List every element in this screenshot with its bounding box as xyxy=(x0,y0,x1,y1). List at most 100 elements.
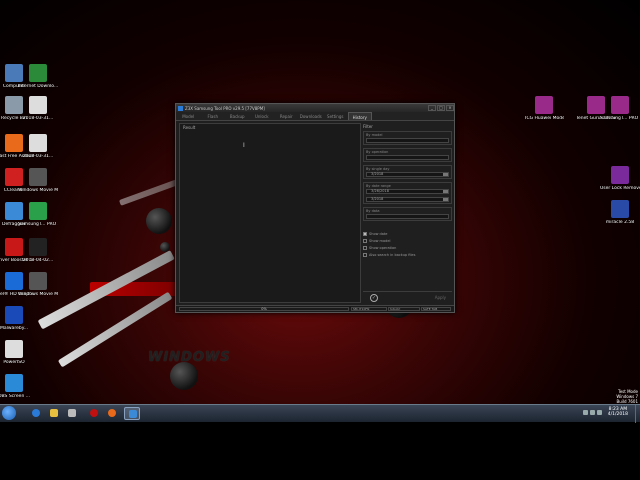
tab-backup[interactable]: Backup xyxy=(225,112,250,120)
calendar-icon[interactable] xyxy=(443,198,448,201)
also-search-label: Also search in backup files xyxy=(369,252,416,257)
by-operation-group: By operation xyxy=(363,148,452,162)
desktop-shortcut-icon[interactable]: Windows Movie Maker xyxy=(18,168,58,193)
also-search-checkbox[interactable]: Also search in backup files xyxy=(363,251,452,258)
show-desktop-button[interactable] xyxy=(635,405,640,423)
date-from-input[interactable]: 3/26/2018 xyxy=(366,189,449,194)
show-date-checkbox[interactable]: Show date xyxy=(363,230,452,237)
shortcut-label: SamsungT... PRO 29.5 B... xyxy=(600,116,640,121)
result-panel: Result I xyxy=(179,123,361,303)
tab-model[interactable]: Model xyxy=(176,112,201,120)
by-model-group: By model xyxy=(363,131,452,145)
taskbar-samsung-tool[interactable] xyxy=(124,407,140,420)
check-circle-icon[interactable]: ✓ xyxy=(370,294,378,302)
by-model-select[interactable] xyxy=(366,138,449,143)
shortcut-icon xyxy=(611,200,629,218)
shortcut-icon xyxy=(29,134,47,152)
tray-icon[interactable] xyxy=(583,410,588,415)
desktop-shortcut-icon[interactable]: Malwareby... xyxy=(0,306,34,331)
status-model: SM-J710FN xyxy=(351,307,387,311)
desktop-shortcut-icon[interactable]: Windows Movie Maker xyxy=(18,272,58,297)
media-player-icon xyxy=(68,409,76,417)
checkbox-icon xyxy=(363,238,367,243)
samsung-tool-window: Z3X Samsung Tool PRO v29.5 [77V8PM] _ □ … xyxy=(175,103,455,313)
desktop-shortcut-icon[interactable]: 2018-03-31... xyxy=(18,134,58,159)
maximize-button[interactable]: □ xyxy=(437,105,445,111)
by-data-group: By data xyxy=(363,207,452,221)
show-operation-checkbox[interactable]: Show operation xyxy=(363,244,452,251)
apply-button[interactable]: Apply xyxy=(435,295,446,300)
window-title: Z3X Samsung Tool PRO v29.5 [77V8PM] xyxy=(185,105,265,111)
desktop-shortcut-icon[interactable]: 2018-04-02... xyxy=(18,238,58,263)
desktop-shortcut-icon[interactable]: PowerISO xyxy=(0,340,34,365)
show-operation-label: Show operation xyxy=(369,245,397,250)
desktop-shortcut-icon[interactable]: miracle 2.58 xyxy=(600,200,640,225)
shortcut-label: TCG Huawei Modem U... xyxy=(524,116,564,121)
clock[interactable]: 8:23 AM 4/1/2018 xyxy=(608,407,628,417)
by-data-label: By data xyxy=(366,209,380,213)
shortcut-label: 2018-03-31... xyxy=(22,154,54,159)
shortcut-icon xyxy=(29,238,47,256)
by-data-input[interactable] xyxy=(366,214,449,219)
taskbar-ie[interactable] xyxy=(28,407,44,420)
red-app-icon xyxy=(90,409,98,417)
progress-bar: 0% xyxy=(179,307,349,311)
app-icon xyxy=(178,105,183,111)
shortcut-icon xyxy=(535,96,553,114)
desktop-shortcut-icon[interactable]: 2018-03-31... xyxy=(18,96,58,121)
tab-history[interactable]: History xyxy=(347,112,372,120)
tab-downloads[interactable]: Downloads xyxy=(299,112,324,120)
minimize-button[interactable]: _ xyxy=(428,105,436,111)
desktop-shortcut-icon[interactable]: User Lock Remove xyxy=(600,166,640,191)
by-operation-label: By operation xyxy=(366,150,389,154)
shortcut-label: Malwareby... xyxy=(0,326,29,331)
by-date-range-label: By date range xyxy=(366,184,391,188)
calendar-icon[interactable] xyxy=(443,173,448,176)
taskbar-media[interactable] xyxy=(64,407,80,420)
checkbox-checked-icon xyxy=(363,231,367,236)
samsung-tool-icon xyxy=(129,410,137,418)
calendar-icon[interactable] xyxy=(443,190,448,193)
network-icon[interactable] xyxy=(590,410,595,415)
shortcut-label: User Lock Remove xyxy=(600,186,640,191)
taskbar-app-red[interactable] xyxy=(86,407,102,420)
volume-icon[interactable] xyxy=(597,410,602,415)
by-operation-select[interactable] xyxy=(366,155,449,160)
close-button[interactable]: × xyxy=(446,105,454,111)
single-day-input[interactable]: 3/2018 xyxy=(366,172,449,177)
date-to-input[interactable]: 3/2018 xyxy=(366,197,449,202)
desktop-shortcut-icon[interactable]: TCG Huawei Modem U... xyxy=(524,96,564,121)
shortcut-label: OBS Screen ... xyxy=(0,394,31,399)
tab-settings[interactable]: Settings xyxy=(323,112,348,120)
wallpaper-ball xyxy=(160,242,170,252)
desktop-shortcut-icon[interactable]: OBS Screen ... xyxy=(0,374,34,399)
shortcut-label: Windows Movie Maker xyxy=(18,188,58,193)
tab-bar: Model Flash Backup Unlock Repair Downloa… xyxy=(176,112,454,121)
taskbar-firefox[interactable] xyxy=(104,407,120,420)
start-button[interactable] xyxy=(2,406,16,420)
result-label: Result xyxy=(183,125,196,130)
shortcut-icon xyxy=(29,96,47,114)
tab-repair[interactable]: Repair xyxy=(274,112,299,120)
shortcut-icon xyxy=(5,374,23,392)
desktop-shortcut-icon[interactable]: SamsungT... PRO 29.5 B... xyxy=(18,202,58,227)
wallpaper-ball xyxy=(146,208,172,234)
tab-unlock[interactable]: Unlock xyxy=(250,112,275,120)
taskbar-explorer[interactable] xyxy=(46,407,62,420)
wallpaper-logo: WINDOWS xyxy=(148,350,231,365)
by-date-range-group: By date range 3/26/2018 3/2018 xyxy=(363,182,452,204)
folder-icon xyxy=(50,409,58,417)
desktop-shortcut-icon[interactable]: SamsungT... PRO 29.5 B... xyxy=(600,96,640,121)
shortcut-icon xyxy=(5,306,23,324)
show-model-checkbox[interactable]: Show model xyxy=(363,237,452,244)
show-model-label: Show model xyxy=(369,238,391,243)
shortcut-label: SamsungT... PRO 29.5 B... xyxy=(18,222,58,227)
desktop-shortcut-icon[interactable]: Internet Downlo... xyxy=(18,64,58,89)
tab-flash[interactable]: Flash xyxy=(201,112,226,120)
shortcut-icon xyxy=(29,168,47,186)
shortcut-icon xyxy=(29,202,47,220)
status-mode: SAFE TAB xyxy=(421,307,451,311)
title-bar[interactable]: Z3X Samsung Tool PRO v29.5 [77V8PM] _ □ … xyxy=(176,104,454,112)
apply-bar: ✓ Apply xyxy=(363,291,452,303)
shortcut-label: 2018-04-02... xyxy=(22,258,54,263)
